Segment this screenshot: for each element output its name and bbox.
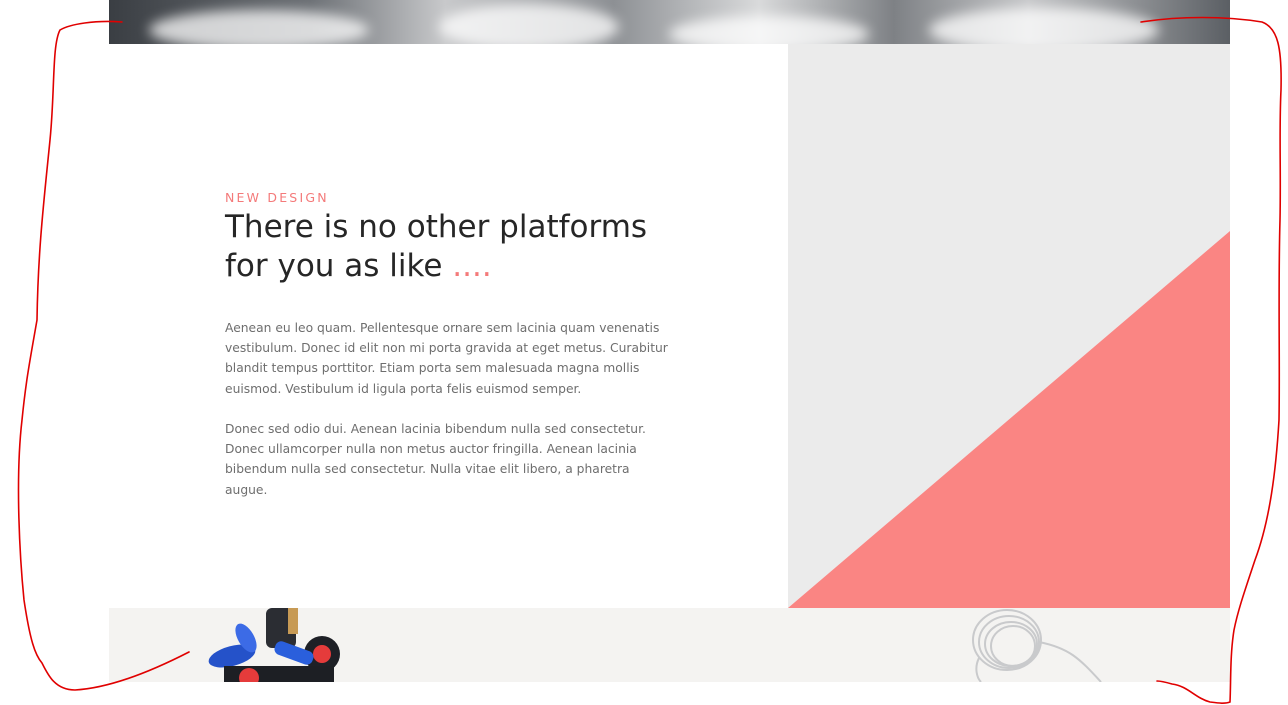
headline-line-1: There is no other platforms	[225, 209, 648, 245]
eyebrow-label: NEW DESIGN	[225, 190, 329, 205]
feature-section: NEW DESIGN There is no other platforms f…	[109, 44, 788, 608]
feature-paragraph-2: Donec sed odio dui. Aenean lacinia biben…	[225, 422, 646, 497]
landing-page: NEW DESIGN There is no other platforms f…	[109, 0, 1230, 682]
headline-line-2: for you as like	[225, 248, 453, 284]
triangle-graphic	[788, 231, 1230, 608]
decorative-art-panel	[788, 44, 1230, 608]
section-headline: There is no other platforms for you as l…	[225, 208, 685, 286]
hero-image-strip	[109, 0, 1230, 44]
feature-paragraph-1: Aenean eu leo quam. Pellentesque ornare …	[225, 321, 668, 396]
pens-cup-image	[208, 608, 340, 682]
headline-accent: ....	[452, 248, 492, 284]
bottom-image-strip	[109, 608, 1230, 682]
earphones-cable-image	[972, 609, 1102, 682]
